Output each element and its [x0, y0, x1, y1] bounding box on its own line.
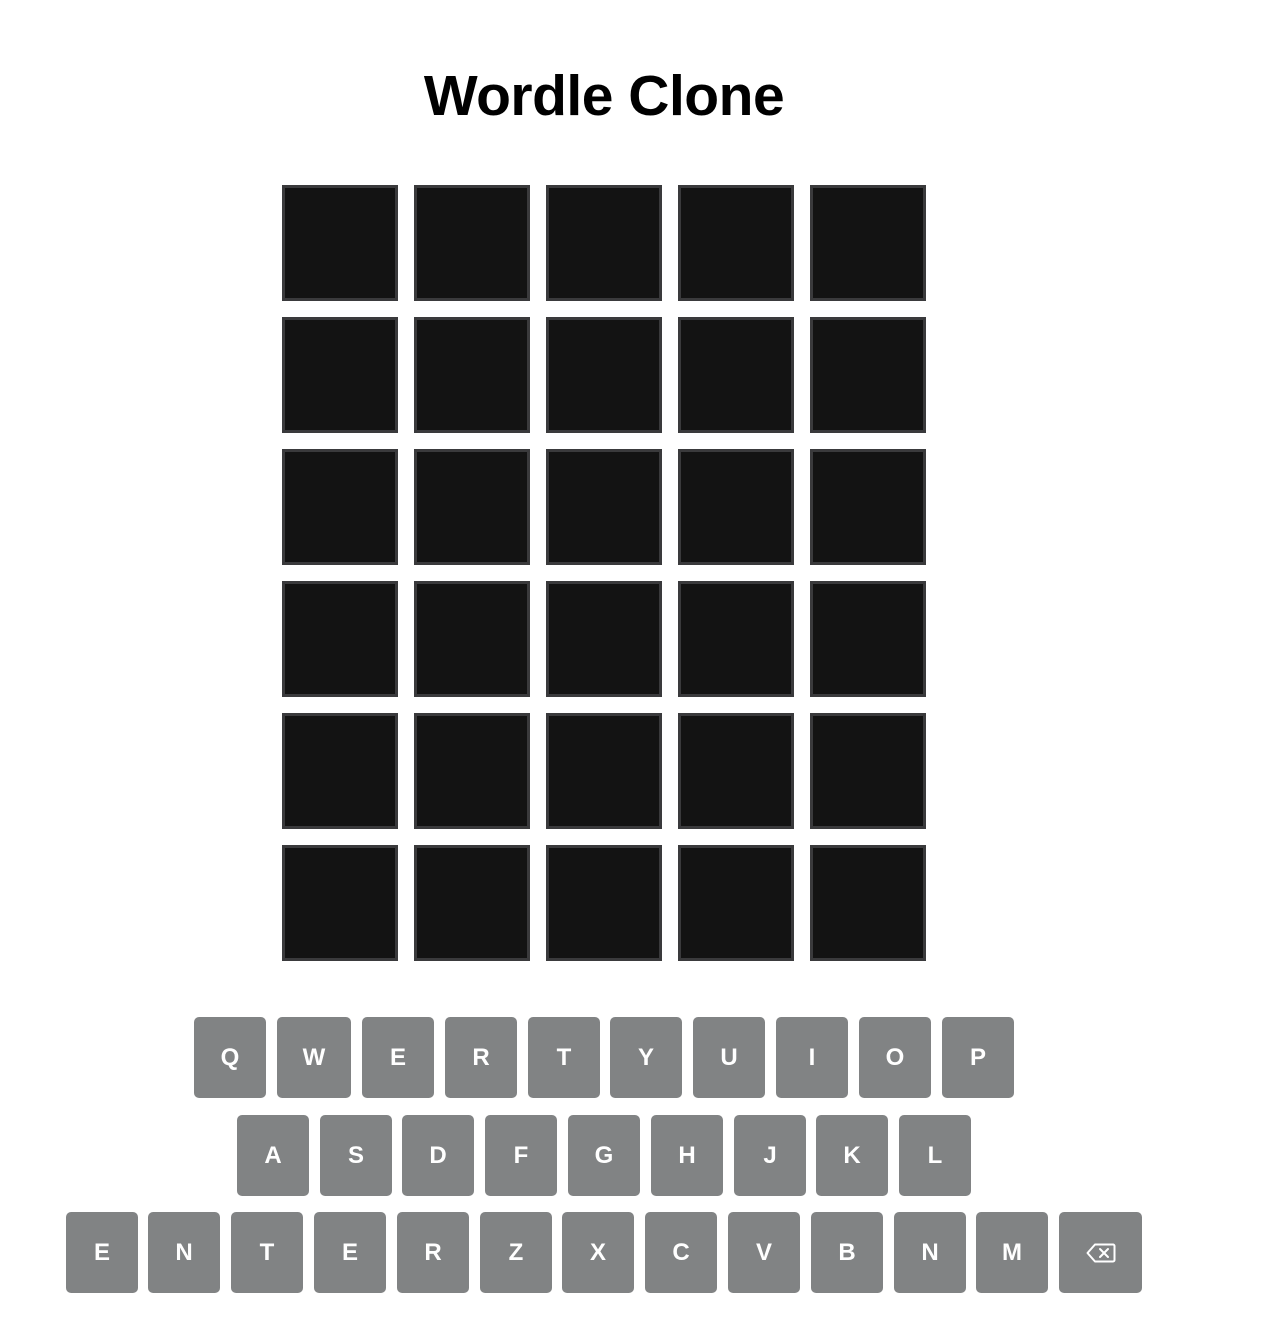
key-r[interactable]: R	[445, 1017, 517, 1098]
key-q[interactable]: Q	[194, 1017, 266, 1098]
board-tile	[414, 185, 530, 301]
board-tile	[678, 317, 794, 433]
key-u[interactable]: U	[693, 1017, 765, 1098]
key-h[interactable]: H	[651, 1115, 723, 1196]
board-tile	[546, 845, 662, 961]
key-t[interactable]: T	[231, 1212, 303, 1293]
keyboard-row-3: E N T E R Z X C V B N M	[66, 1212, 1142, 1293]
board-tile	[414, 581, 530, 697]
key-n[interactable]: N	[148, 1212, 220, 1293]
board-tile	[546, 317, 662, 433]
key-e[interactable]: E	[362, 1017, 434, 1098]
keyboard-row-2: A S D F G H J K L	[237, 1115, 971, 1196]
key-e[interactable]: E	[66, 1212, 138, 1293]
key-d[interactable]: D	[402, 1115, 474, 1196]
board-tile	[282, 581, 398, 697]
key-r[interactable]: R	[397, 1212, 469, 1293]
key-k[interactable]: K	[816, 1115, 888, 1196]
key-s[interactable]: S	[320, 1115, 392, 1196]
key-o[interactable]: O	[859, 1017, 931, 1098]
board-tile	[810, 713, 926, 829]
keyboard-row-1: Q W E R T Y U I O P	[194, 1017, 1014, 1098]
key-j[interactable]: J	[734, 1115, 806, 1196]
board-tile	[678, 449, 794, 565]
key-a[interactable]: A	[237, 1115, 309, 1196]
board-tile	[678, 581, 794, 697]
key-i[interactable]: I	[776, 1017, 848, 1098]
board-tile	[282, 317, 398, 433]
board-tile	[414, 713, 530, 829]
key-y[interactable]: Y	[610, 1017, 682, 1098]
key-l[interactable]: L	[899, 1115, 971, 1196]
key-x[interactable]: X	[562, 1212, 634, 1293]
board-tile	[678, 185, 794, 301]
key-n[interactable]: N	[894, 1212, 966, 1293]
backspace-icon	[1086, 1243, 1116, 1263]
board-tile	[282, 185, 398, 301]
key-b[interactable]: B	[811, 1212, 883, 1293]
board-tile	[810, 845, 926, 961]
key-v[interactable]: V	[728, 1212, 800, 1293]
board-tile	[546, 581, 662, 697]
board-tile	[810, 185, 926, 301]
board-tile	[678, 713, 794, 829]
board-tile	[546, 449, 662, 565]
board-tile	[810, 317, 926, 433]
board-tile	[546, 713, 662, 829]
key-g[interactable]: G	[568, 1115, 640, 1196]
key-c[interactable]: C	[645, 1212, 717, 1293]
board-tile	[414, 449, 530, 565]
key-m[interactable]: M	[976, 1212, 1048, 1293]
game-board	[282, 185, 926, 961]
key-e[interactable]: E	[314, 1212, 386, 1293]
board-tile	[546, 185, 662, 301]
board-tile	[414, 845, 530, 961]
key-t[interactable]: T	[528, 1017, 600, 1098]
board-tile	[282, 713, 398, 829]
board-tile	[810, 449, 926, 565]
board-tile	[414, 317, 530, 433]
backspace-key[interactable]	[1059, 1212, 1142, 1293]
page-title: Wordle Clone	[423, 64, 785, 128]
board-tile	[282, 449, 398, 565]
board-tile	[282, 845, 398, 961]
key-w[interactable]: W	[277, 1017, 351, 1098]
key-p[interactable]: P	[942, 1017, 1014, 1098]
board-tile	[678, 845, 794, 961]
key-f[interactable]: F	[485, 1115, 557, 1196]
key-z[interactable]: Z	[480, 1212, 552, 1293]
board-tile	[810, 581, 926, 697]
